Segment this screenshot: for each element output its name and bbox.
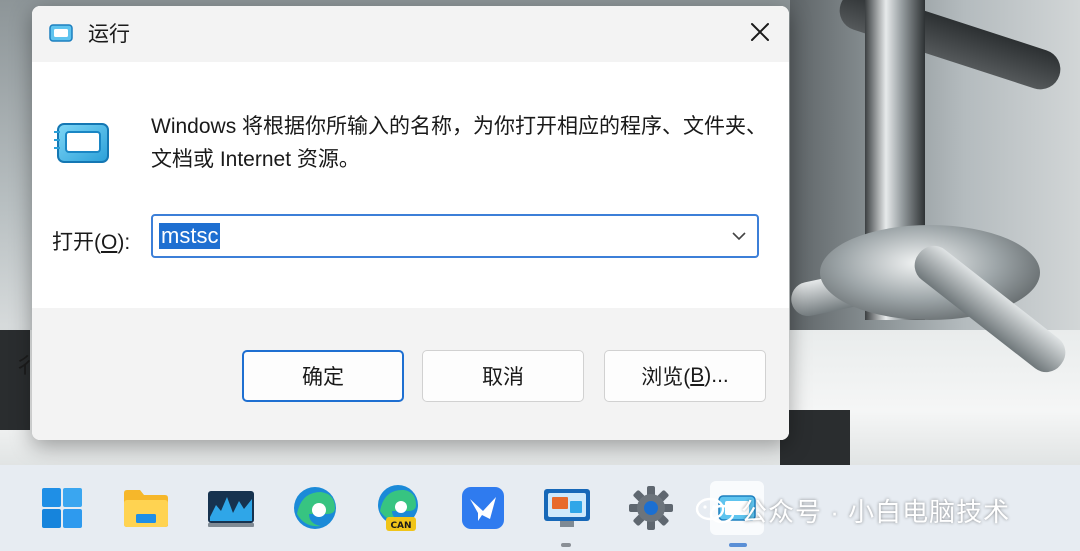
open-input[interactable]: mstsc: [159, 223, 221, 249]
taskbar-feishu[interactable]: [456, 481, 510, 535]
taskbar-remote-desktop[interactable]: [540, 481, 594, 535]
dialog-body: Windows 将根据你所输入的名称，为你打开相应的程序、文件夹、文档或 Int…: [32, 62, 789, 308]
watermark: 公众号 · 小白电脑技术: [695, 492, 1010, 533]
watermark-text: 公众号 · 小白电脑技术: [741, 497, 1011, 527]
run-app-icon: [48, 22, 74, 44]
canary-badge-text: CAN: [390, 521, 411, 531]
dialog-footer: 确定 取消 浏览(B)...: [32, 308, 789, 440]
browse-button[interactable]: 浏览(B)...: [604, 350, 766, 402]
wechat-icon: [695, 496, 735, 533]
windows-start-icon: [42, 488, 82, 528]
feishu-icon: [462, 487, 504, 529]
file-explorer-icon: [124, 490, 168, 527]
edge-icon: [294, 487, 336, 529]
edge-canary-icon: CAN: [378, 485, 418, 531]
settings-gear-icon: [629, 486, 673, 530]
running-indicator: [561, 543, 571, 547]
open-label: 打开(O):: [52, 231, 131, 254]
dialog-description: Windows 将根据你所输入的名称，为你打开相应的程序、文件夹、文档或 Int…: [151, 115, 768, 171]
cancel-button[interactable]: 取消: [422, 350, 584, 402]
chevron-down-icon[interactable]: [729, 228, 749, 244]
close-button[interactable]: [731, 6, 789, 58]
wallpaper-shadow: [0, 330, 30, 430]
active-indicator: [729, 543, 747, 547]
resource-monitor-icon: [208, 491, 254, 527]
run-dialog: 运行 Windows 将根据你所输入的名称，为你打开相应的程序、文件夹、文档或 …: [32, 6, 789, 440]
wallpaper-shadow: [780, 410, 850, 465]
dialog-titlebar[interactable]: 运行: [32, 6, 789, 62]
taskbar-settings[interactable]: [624, 481, 678, 535]
taskbar-file-explorer[interactable]: [119, 481, 173, 535]
ok-button[interactable]: 确定: [242, 350, 404, 402]
run-large-icon: [52, 118, 112, 168]
dialog-title: 运行: [88, 23, 130, 46]
taskbar-start[interactable]: [35, 481, 89, 535]
taskbar-edge-canary[interactable]: CAN: [372, 481, 426, 535]
taskbar-edge[interactable]: [288, 481, 342, 535]
close-icon: [751, 23, 769, 41]
open-combobox[interactable]: mstsc: [151, 214, 759, 258]
taskbar-resource-monitor[interactable]: [204, 481, 258, 535]
remote-desktop-icon: [544, 489, 590, 527]
